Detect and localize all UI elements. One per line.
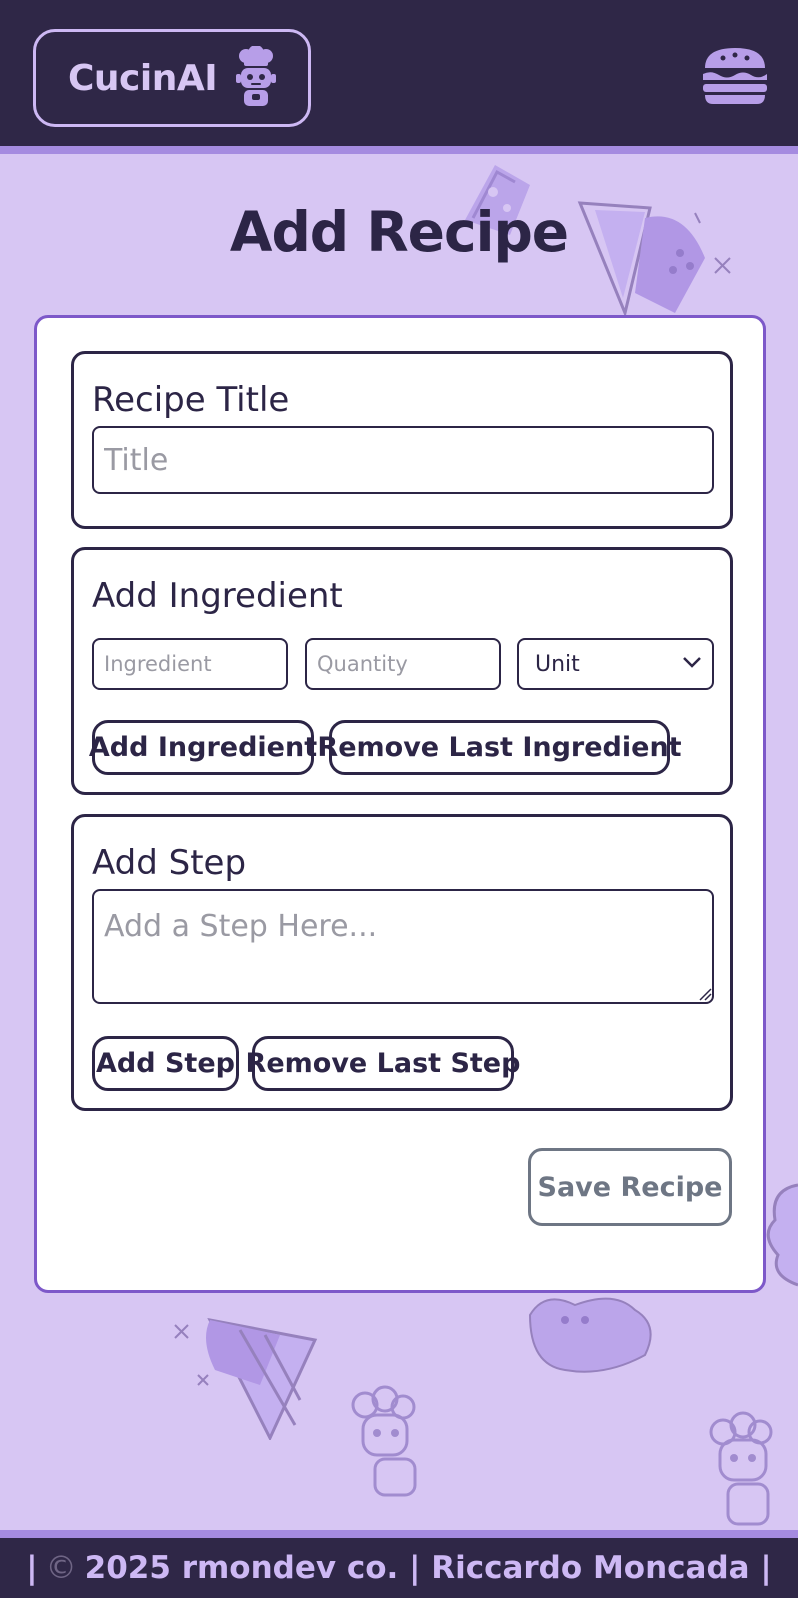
top-navbar: CucinAI: [0, 0, 798, 154]
chevron-down-icon: [683, 657, 701, 668]
recipe-title-label: Recipe Title: [92, 380, 290, 420]
chef-doodle: [351, 1385, 417, 1497]
cake-slice-doodle-2: [174, 1317, 318, 1440]
recipe-form-card: Recipe Title Add Ingredient Unit Add Ing…: [34, 315, 766, 1293]
footer-text: 2025 rmondev co. | Riccardo Moncada |: [84, 1550, 772, 1586]
copyright-icon: ©: [45, 1550, 77, 1586]
brand-logo-button[interactable]: CucinAI: [33, 29, 311, 127]
quantity-input[interactable]: [305, 638, 501, 690]
ingredient-section: Add Ingredient Unit Add Ingredient Remov…: [71, 547, 733, 795]
resize-grip-icon[interactable]: [698, 987, 712, 1001]
gingerbread-doodle: [528, 1297, 652, 1373]
step-textarea[interactable]: [92, 889, 714, 1004]
remove-last-ingredient-button[interactable]: Remove Last Ingredient: [317, 720, 682, 775]
add-ingredient-button[interactable]: Add Ingredient: [89, 720, 317, 775]
unit-select[interactable]: Unit: [517, 638, 714, 690]
unit-select-value: Unit: [535, 651, 580, 677]
add-step-button[interactable]: Add Step: [92, 1036, 239, 1091]
brand-name: CucinAI: [68, 57, 218, 99]
step-section-label: Add Step: [92, 843, 247, 883]
save-recipe-button[interactable]: Save Recipe: [528, 1148, 732, 1226]
chef-doodle-2: [709, 1411, 773, 1526]
footer: | © 2025 rmondev co. | Riccardo Moncada …: [0, 1530, 798, 1598]
remove-last-step-button[interactable]: Remove Last Step: [246, 1036, 520, 1091]
recipe-title-input[interactable]: [92, 426, 714, 494]
recipe-title-section: Recipe Title: [71, 351, 733, 529]
ingredient-input[interactable]: [92, 638, 288, 690]
burger-menu-icon[interactable]: [699, 44, 771, 106]
chef-icon: [236, 46, 276, 106]
step-section: Add Step Add Step Remove Last Step: [71, 814, 733, 1111]
page-title: Add Recipe: [229, 200, 569, 264]
footer-prefix: |: [26, 1550, 38, 1586]
ingredient-section-label: Add Ingredient: [92, 576, 343, 616]
